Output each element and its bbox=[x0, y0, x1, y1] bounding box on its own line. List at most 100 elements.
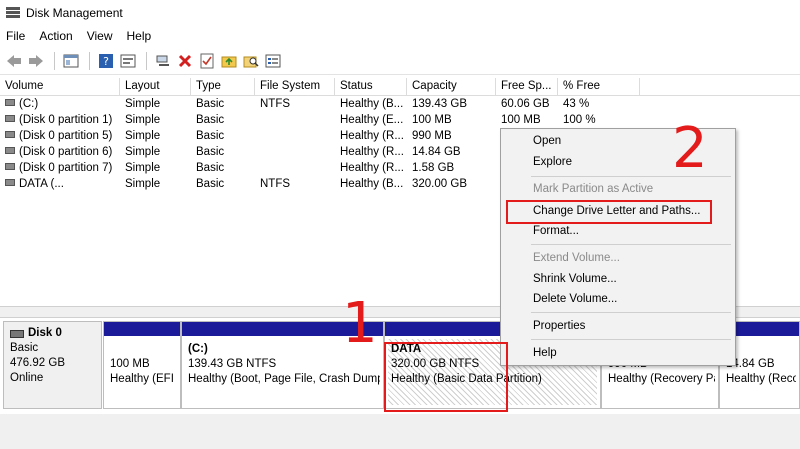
cell-percent-free: 43 % bbox=[563, 98, 590, 110]
cell-type: Basic bbox=[196, 162, 225, 174]
cell-free-space: 60.06 GB bbox=[501, 98, 550, 110]
cell-status: Healthy (B... bbox=[340, 98, 404, 110]
menu-view[interactable]: View bbox=[87, 29, 113, 43]
partition-body: 100 MB Healthy (EFI S bbox=[107, 339, 177, 405]
col-volume[interactable]: Volume bbox=[0, 78, 120, 96]
cell-layout: Simple bbox=[125, 178, 161, 190]
back-arrow-icon[interactable] bbox=[4, 51, 24, 71]
menu-item-shrink-volume[interactable]: Shrink Volume... bbox=[533, 273, 617, 285]
cell-file-system bbox=[255, 128, 335, 144]
svg-text:?: ? bbox=[103, 55, 109, 68]
toolbar-separator bbox=[54, 51, 55, 70]
disk-size: 476.92 GB bbox=[10, 357, 65, 369]
disk-state: Online bbox=[10, 372, 44, 384]
menu-item-open[interactable]: Open bbox=[533, 135, 561, 147]
disk-0-label[interactable]: Disk 0 Basic 476.92 GB Online bbox=[3, 321, 102, 409]
menu-item-help[interactable]: Help bbox=[533, 347, 557, 359]
cell-capacity: 139.43 GB bbox=[412, 98, 467, 110]
disk-icon bbox=[10, 329, 24, 338]
menu-item-extend-volume[interactable]: Extend Volume... bbox=[533, 252, 620, 264]
cell-type: Basic bbox=[196, 130, 225, 142]
menu-separator bbox=[531, 339, 731, 340]
annotation-step-2: 2 bbox=[672, 116, 708, 181]
title-bar: Disk Management bbox=[0, 0, 800, 26]
partition-size: 100 MB bbox=[110, 358, 150, 370]
help-icon[interactable]: ? bbox=[96, 51, 116, 71]
drive-icon bbox=[5, 99, 15, 107]
cell-status: Healthy (B... bbox=[340, 178, 404, 190]
drive-icon bbox=[5, 131, 15, 139]
col-capacity[interactable]: Capacity bbox=[407, 78, 496, 96]
cell-status: Healthy (R... bbox=[340, 146, 404, 158]
cell-volume: (Disk 0 partition 1) bbox=[0, 112, 120, 128]
cell-capacity: 990 MB bbox=[412, 130, 452, 142]
table-row[interactable]: (C:) Simple Basic NTFS Healthy (B... 139… bbox=[0, 96, 800, 112]
cell-capacity: 1.58 GB bbox=[412, 162, 455, 174]
partition-name bbox=[110, 342, 174, 357]
cell-layout: Simple bbox=[125, 130, 161, 142]
drive-icon bbox=[5, 179, 15, 187]
cell-type: Basic bbox=[196, 146, 225, 158]
cell-free-space: 100 MB bbox=[501, 114, 541, 126]
delete-icon[interactable] bbox=[175, 51, 195, 71]
menu-item-delete-volume[interactable]: Delete Volume... bbox=[533, 293, 617, 305]
menu-item-format[interactable]: Format... bbox=[533, 225, 579, 237]
cell-type: Basic bbox=[196, 98, 225, 110]
cell-status: Healthy (R... bbox=[340, 162, 404, 174]
cell-type: Basic bbox=[196, 178, 225, 190]
menu-separator bbox=[531, 244, 731, 245]
disk-map-empty-area bbox=[0, 414, 800, 449]
highlight-change-drive-letter bbox=[506, 200, 712, 224]
menu-help[interactable]: Help bbox=[127, 29, 152, 43]
cell-layout: Simple bbox=[125, 98, 161, 110]
partition-bar bbox=[104, 322, 180, 336]
cell-layout: Simple bbox=[125, 162, 161, 174]
checklist-icon[interactable] bbox=[197, 51, 217, 71]
col-filler bbox=[640, 78, 800, 96]
cell-file-system bbox=[255, 144, 335, 160]
table-header: Volume Layout Type File System Status Ca… bbox=[0, 78, 800, 96]
cell-volume: (C:) bbox=[0, 96, 120, 112]
settings-list-icon[interactable] bbox=[263, 51, 283, 71]
drive-icon bbox=[5, 115, 15, 123]
folder-up-icon[interactable] bbox=[219, 51, 239, 71]
highlight-data-partition bbox=[384, 342, 508, 412]
menu-item-mark-active[interactable]: Mark Partition as Active bbox=[533, 183, 653, 195]
col-status[interactable]: Status bbox=[335, 78, 407, 96]
cell-volume: (Disk 0 partition 5) bbox=[0, 128, 120, 144]
partition-status: Healthy (Recove bbox=[726, 373, 796, 385]
col-free-space[interactable]: Free Sp... bbox=[496, 78, 558, 96]
disk-name: Disk 0 bbox=[10, 326, 95, 341]
partition-efi[interactable]: 100 MB Healthy (EFI S bbox=[103, 321, 181, 409]
col-percent-free[interactable]: % Free bbox=[558, 78, 640, 96]
cell-file-system: NTFS bbox=[260, 178, 291, 190]
col-type[interactable]: Type bbox=[191, 78, 255, 96]
col-layout[interactable]: Layout bbox=[120, 78, 191, 96]
menu-file[interactable]: File bbox=[6, 29, 25, 43]
console-tree-icon[interactable] bbox=[61, 51, 81, 71]
forward-arrow-icon[interactable] bbox=[26, 51, 46, 71]
menu-bar: File Action View Help bbox=[0, 26, 800, 46]
disk-type: Basic bbox=[10, 342, 39, 354]
cell-percent-free: 100 % bbox=[563, 114, 596, 126]
partition-size: 139.43 GB NTFS bbox=[188, 358, 277, 370]
toolbar-separator bbox=[89, 51, 90, 70]
cell-type: Basic bbox=[196, 114, 225, 126]
menu-action[interactable]: Action bbox=[39, 29, 72, 43]
col-file-system[interactable]: File System bbox=[255, 78, 335, 96]
partition-status: Healthy (Recovery Pa bbox=[608, 373, 715, 385]
properties-icon[interactable] bbox=[118, 51, 138, 71]
partition-size: 14.84 GB bbox=[726, 358, 775, 370]
cell-capacity: 100 MB bbox=[412, 114, 452, 126]
menu-item-explore[interactable]: Explore bbox=[533, 156, 572, 168]
search-folder-icon[interactable] bbox=[241, 51, 261, 71]
cell-volume: (Disk 0 partition 7) bbox=[0, 160, 120, 176]
connect-icon[interactable] bbox=[153, 51, 173, 71]
toolbar: ? bbox=[0, 47, 800, 75]
annotation-step-1: 1 bbox=[342, 291, 378, 356]
drive-icon bbox=[5, 147, 15, 155]
cell-file-system: NTFS bbox=[260, 98, 291, 110]
menu-item-properties[interactable]: Properties bbox=[533, 320, 585, 332]
partition-name bbox=[726, 342, 793, 357]
window-title: Disk Management bbox=[26, 6, 123, 20]
